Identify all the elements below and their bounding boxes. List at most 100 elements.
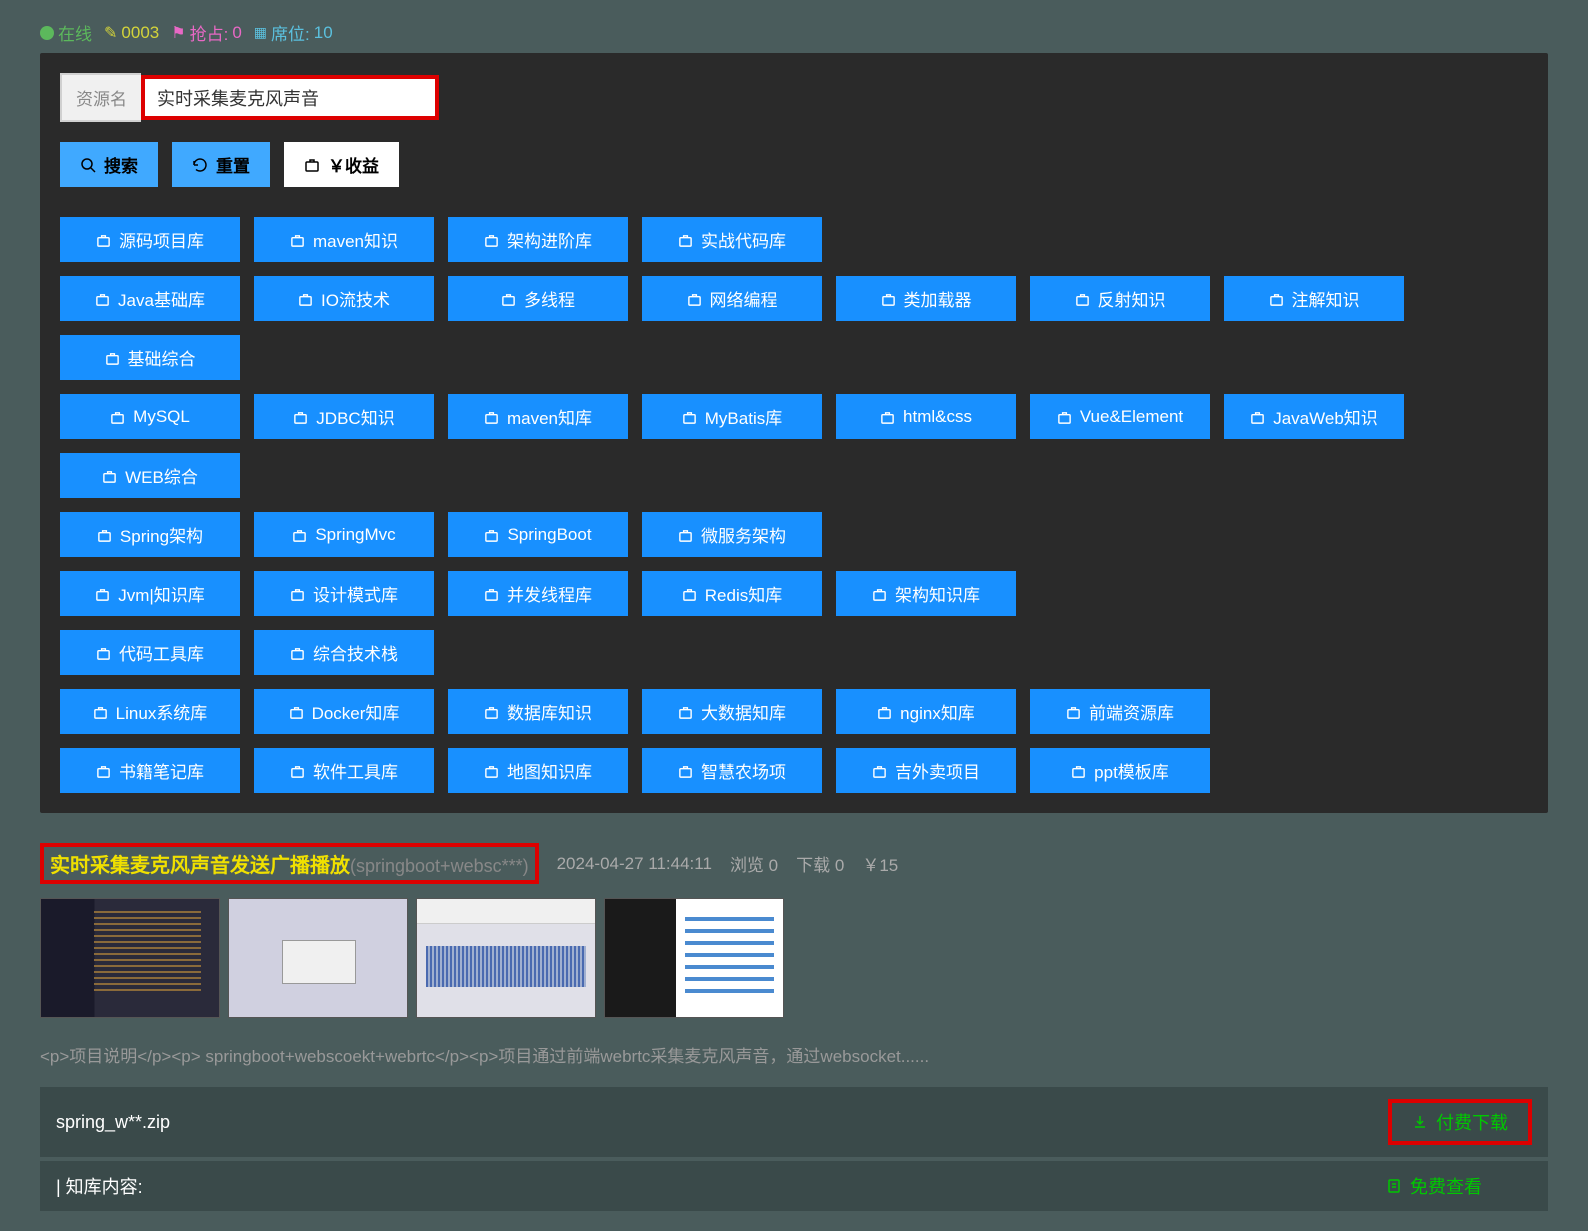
search-input-highlight — [141, 75, 439, 120]
tag-button[interactable]: nginx知库 — [836, 689, 1016, 734]
refresh-icon — [192, 157, 208, 173]
tag-button[interactable]: Linux系统库 — [60, 689, 240, 734]
tag-label: ppt模板库 — [1094, 758, 1169, 783]
briefcase-icon — [96, 644, 111, 661]
tag-button[interactable]: 吉外卖项目 — [836, 748, 1016, 793]
briefcase-icon — [95, 290, 110, 307]
tag-label: 地图知识库 — [507, 758, 592, 783]
briefcase-icon — [95, 585, 110, 602]
briefcase-icon — [97, 526, 112, 543]
tag-button[interactable]: WEB综合 — [60, 453, 240, 498]
search-input[interactable] — [145, 79, 435, 116]
tag-label: 设计模式库 — [313, 581, 398, 606]
tag-button[interactable]: JDBC知识 — [254, 394, 434, 439]
tag-button[interactable]: 并发线程库 — [448, 571, 628, 616]
view-button[interactable]: 免费查看 — [1386, 1173, 1482, 1199]
income-button[interactable]: ￥收益 — [284, 142, 399, 187]
tag-button[interactable]: 注解知识 — [1224, 276, 1404, 321]
tag-button[interactable]: JavaWeb知识 — [1224, 394, 1404, 439]
tag-button[interactable]: 反射知识 — [1030, 276, 1210, 321]
tag-button[interactable]: 智慧农场项 — [642, 748, 822, 793]
tag-label: 注解知识 — [1292, 286, 1360, 311]
tag-label: 吉外卖项目 — [895, 758, 980, 783]
tag-button[interactable]: html&css — [836, 394, 1016, 439]
tag-label: 软件工具库 — [313, 758, 398, 783]
tag-label: 基础综合 — [128, 345, 196, 370]
tag-button[interactable]: SpringMvc — [254, 512, 434, 557]
tag-button[interactable]: maven知识 — [254, 217, 434, 262]
thumbnail-1[interactable] — [40, 898, 220, 1018]
tag-button[interactable]: 书籍笔记库 — [60, 748, 240, 793]
tag-button[interactable]: 基础综合 — [60, 335, 240, 380]
tag-button[interactable]: IO流技术 — [254, 276, 434, 321]
tag-label: 实战代码库 — [701, 227, 786, 252]
thumbnail-2[interactable] — [228, 898, 408, 1018]
filename: spring_w**.zip — [56, 1112, 170, 1133]
tag-button[interactable]: Redis知库 — [642, 571, 822, 616]
grab-value: 0 — [232, 23, 241, 43]
tag-button[interactable]: 数据库知识 — [448, 689, 628, 734]
tag-label: SpringBoot — [507, 525, 591, 545]
search-label: 资源名 — [60, 73, 141, 122]
tag-button[interactable]: MySQL — [60, 394, 240, 439]
tag-button[interactable]: 地图知识库 — [448, 748, 628, 793]
briefcase-icon — [880, 408, 895, 425]
tag-button[interactable]: 架构知识库 — [836, 571, 1016, 616]
tag-button[interactable]: 源码项目库 — [60, 217, 240, 262]
tag-button[interactable]: maven知库 — [448, 394, 628, 439]
briefcase-icon — [293, 408, 308, 425]
grid-icon: ▦ — [254, 24, 267, 41]
tag-button[interactable]: SpringBoot — [448, 512, 628, 557]
briefcase-icon — [682, 408, 697, 425]
tag-button[interactable]: 微服务架构 — [642, 512, 822, 557]
download-row: spring_w**.zip 付费下载 — [40, 1087, 1548, 1157]
tag-button[interactable]: MyBatis库 — [642, 394, 822, 439]
tag-label: 数据库知识 — [507, 699, 592, 724]
download-button[interactable]: 付费下载 — [1412, 1109, 1508, 1135]
status-online: 在线 — [40, 20, 92, 45]
tag-button[interactable]: Java基础库 — [60, 276, 240, 321]
tag-label: 类加载器 — [904, 286, 972, 311]
tag-button[interactable]: 软件工具库 — [254, 748, 434, 793]
briefcase-icon — [1075, 290, 1090, 307]
tag-button[interactable]: 网络编程 — [642, 276, 822, 321]
tag-label: Docker知库 — [312, 699, 400, 724]
reset-button[interactable]: 重置 — [172, 142, 270, 187]
tag-button[interactable]: 架构进阶库 — [448, 217, 628, 262]
online-label: 在线 — [58, 20, 92, 45]
tag-row: 代码工具库 综合技术栈 — [60, 630, 1528, 675]
tag-button[interactable]: 综合技术栈 — [254, 630, 434, 675]
tag-button[interactable]: 实战代码库 — [642, 217, 822, 262]
thumbnail-4[interactable] — [604, 898, 784, 1018]
briefcase-icon — [1066, 703, 1081, 720]
tag-button[interactable]: Spring架构 — [60, 512, 240, 557]
briefcase-icon — [678, 526, 693, 543]
grab-label: 抢占: — [190, 20, 229, 45]
briefcase-icon — [678, 703, 693, 720]
search-button[interactable]: 搜索 — [60, 142, 158, 187]
tag-button[interactable]: ppt模板库 — [1030, 748, 1210, 793]
briefcase-icon — [290, 585, 305, 602]
briefcase-icon — [102, 467, 117, 484]
tag-label: WEB综合 — [125, 463, 198, 488]
tag-button[interactable]: Jvm|知识库 — [60, 571, 240, 616]
result-header: 实时采集麦克风声音发送广播播放(springboot+websc***) 202… — [40, 843, 1548, 884]
tag-button[interactable]: 类加载器 — [836, 276, 1016, 321]
tag-button[interactable]: 设计模式库 — [254, 571, 434, 616]
view-row: | 知库内容: 免费查看 — [40, 1161, 1548, 1211]
thumbnail-3[interactable] — [416, 898, 596, 1018]
tag-button[interactable]: Docker知库 — [254, 689, 434, 734]
briefcase-icon — [298, 290, 313, 307]
tag-button[interactable]: 前端资源库 — [1030, 689, 1210, 734]
tag-label: 综合技术栈 — [313, 640, 398, 665]
tag-button[interactable]: Vue&Element — [1030, 394, 1210, 439]
tag-button[interactable]: 大数据知库 — [642, 689, 822, 734]
tag-row: Java基础库 IO流技术多线程网络编程 类加载器 反射知识 注解知识基础综合 — [60, 276, 1528, 380]
flag-icon: ⚑ — [171, 23, 185, 43]
status-edit: ✎ 0003 — [104, 23, 159, 43]
tag-label: maven知库 — [507, 404, 592, 429]
briefcase-icon — [105, 349, 120, 366]
tag-button[interactable]: 代码工具库 — [60, 630, 240, 675]
tag-button[interactable]: 多线程 — [448, 276, 628, 321]
result-subtitle: (springboot+websc***) — [350, 856, 529, 876]
